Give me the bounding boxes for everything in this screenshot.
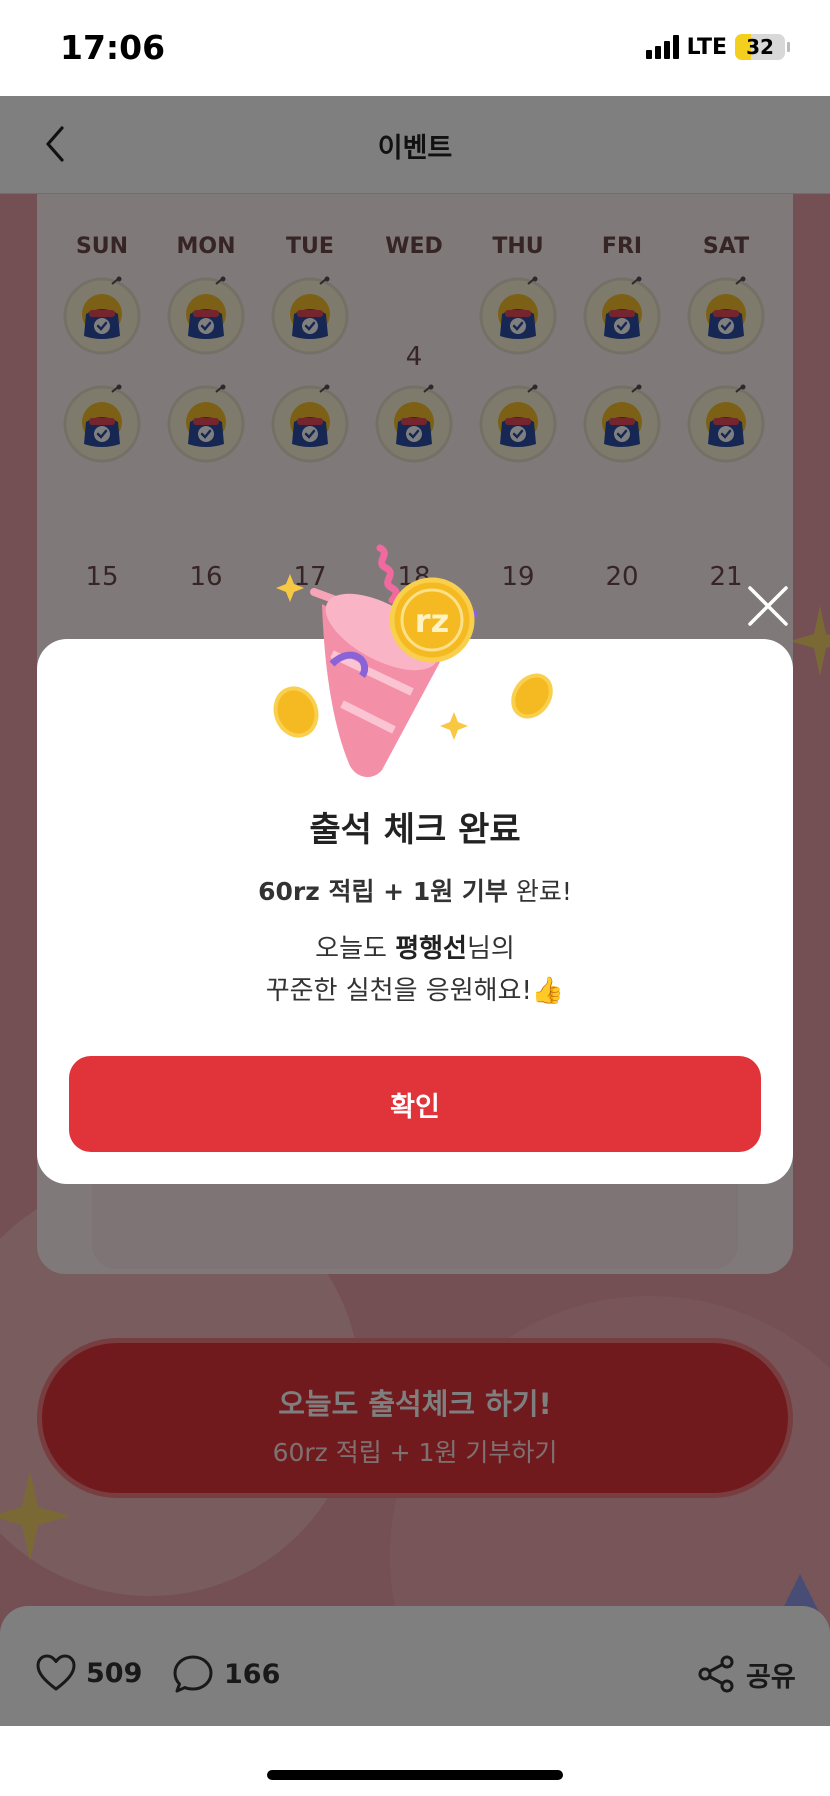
reward-suffix: 완료! xyxy=(507,877,572,906)
battery-tip xyxy=(787,42,790,52)
confirm-button[interactable]: 확인 xyxy=(69,1056,761,1152)
signal-icon xyxy=(645,35,679,59)
close-icon[interactable] xyxy=(744,582,792,630)
encouragement-message: 오늘도 평행선님의 꾸준한 실천을 응원해요!👍 xyxy=(37,928,793,1012)
status-bar: 17:06 LTE 32 xyxy=(0,0,830,96)
user-name: 평행선 xyxy=(395,934,467,964)
status-time: 17:06 xyxy=(60,28,166,67)
network-label: LTE xyxy=(686,34,727,60)
status-indicators: LTE 32 xyxy=(645,34,790,60)
reward-amount: 60rz 적립 + 1원 기부 xyxy=(258,877,508,906)
home-indicator[interactable] xyxy=(267,1770,563,1780)
party-popper-icon: rz xyxy=(273,544,553,778)
thumbs-up-icon: 👍 xyxy=(531,976,565,1006)
modal-title: 출석 체크 완료 xyxy=(309,810,521,850)
home-indicator-area xyxy=(0,1726,830,1796)
battery-icon: 32 xyxy=(735,34,785,60)
message-suffix: 님의 xyxy=(466,934,515,964)
message-prefix: 오늘도 xyxy=(315,934,396,964)
reward-text: 60rz 적립 + 1원 기부 완료! xyxy=(37,872,793,908)
message-line-2: 꾸준한 실천을 응원해요! xyxy=(265,976,532,1006)
coin-label: rz xyxy=(415,602,449,640)
battery-percent: 32 xyxy=(746,35,774,59)
